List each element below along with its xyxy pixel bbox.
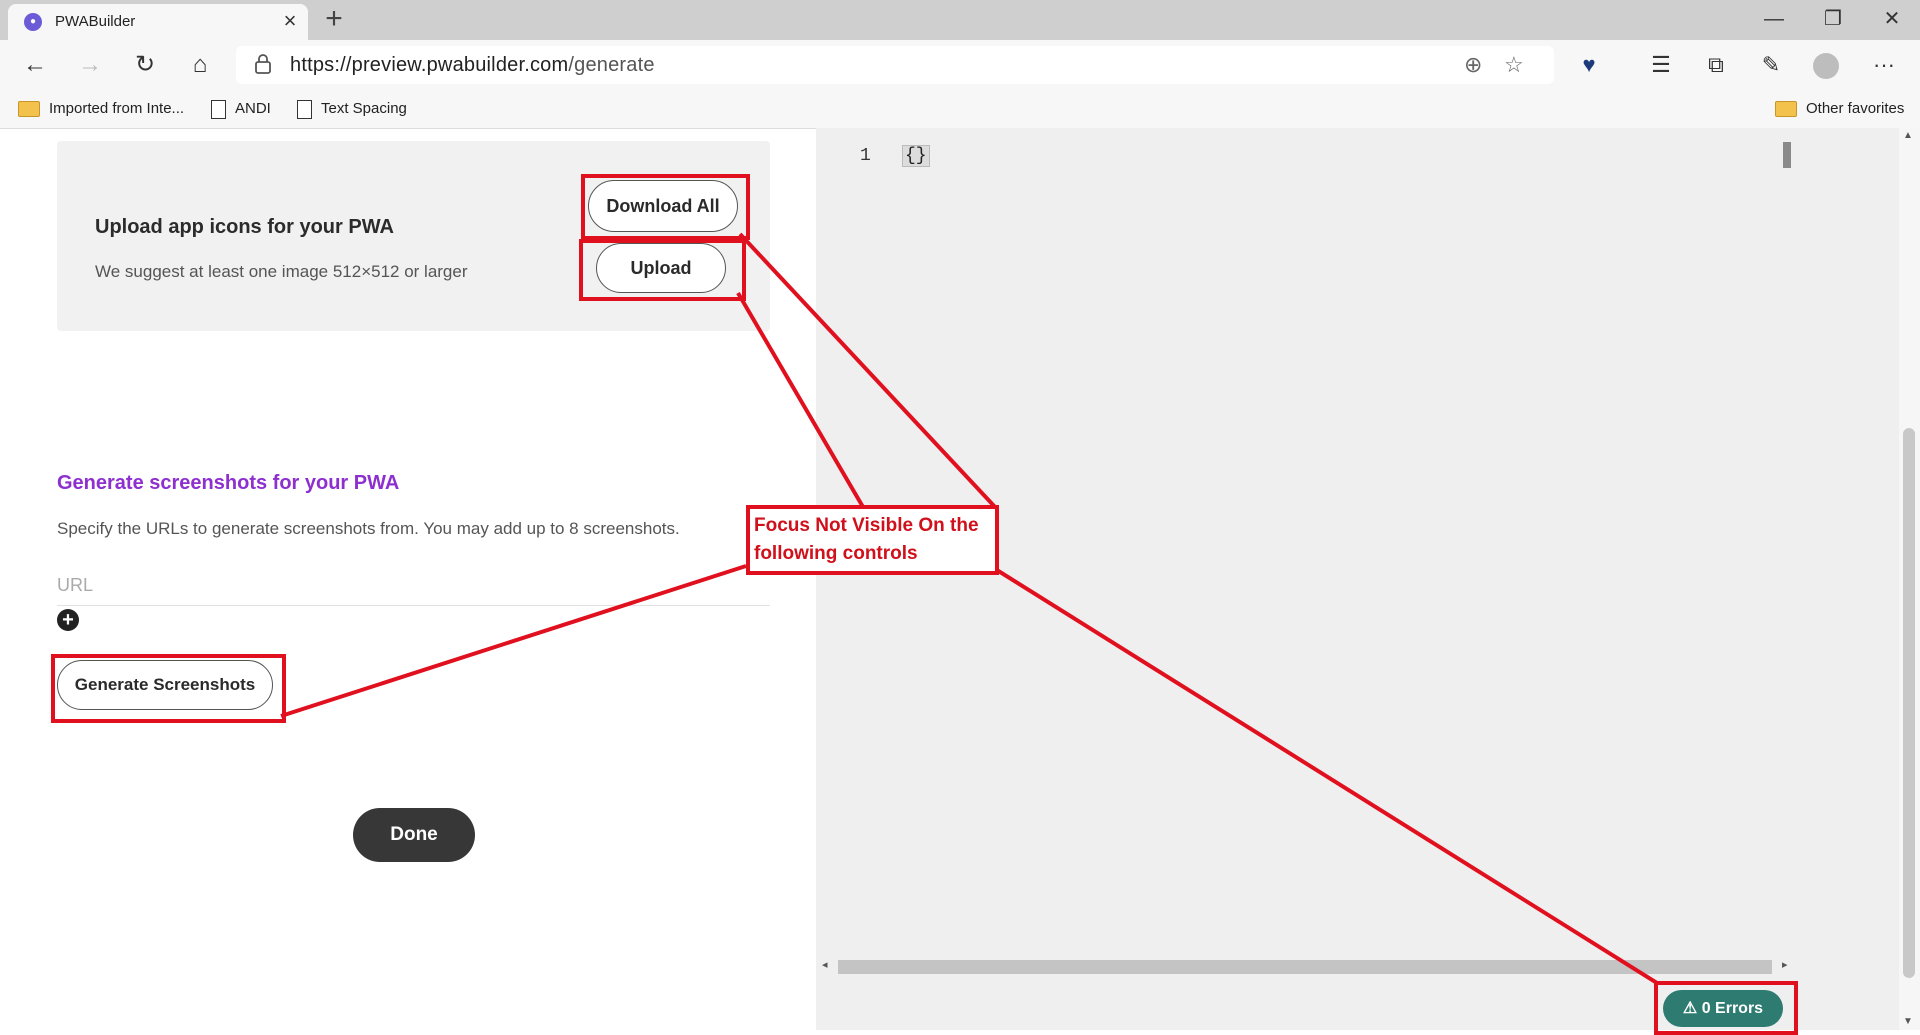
star-icon[interactable]: ☆ [1504,52,1524,78]
annotation-box-generate [51,654,286,723]
favorites-icon[interactable]: ☰ [1643,48,1679,82]
other-favorites[interactable]: Other favorites [1775,98,1904,120]
home-icon[interactable]: ⌂ [182,48,218,82]
address-url: https://preview.pwabuilder.com/generate [290,54,655,76]
page-icon [211,99,226,119]
add-url-icon[interactable]: + [57,609,79,631]
code-content[interactable]: {} [902,145,930,167]
more-icon[interactable]: ··· [1866,48,1902,82]
done-button[interactable]: Done [353,808,475,862]
scroll-left-icon[interactable]: ◂ [822,958,828,971]
forward-icon[interactable]: → [72,48,108,82]
new-tab-button[interactable]: + [316,2,352,38]
heart-extension-icon[interactable]: ♥ [1571,48,1607,82]
collections-icon[interactable]: ⧉ [1698,48,1734,82]
folder-icon [18,101,40,118]
annotation-label: Focus Not Visible On the following contr… [746,505,999,575]
favorite-imported[interactable]: Imported from Inte... [18,98,184,120]
page-icon [297,99,312,119]
scroll-down-icon[interactable]: ▼ [1903,1016,1913,1027]
screenshot-url-input[interactable] [57,565,770,606]
annotation-text: Focus Not Visible On the following contr… [754,515,979,564]
editor-horizontal-scrollbar[interactable]: ◂ ▸ [822,958,1788,974]
back-icon[interactable]: ← [17,48,53,82]
add-to-favorites-icon[interactable]: ⊕ [1464,52,1482,78]
favorite-andi[interactable]: ANDI [211,98,271,120]
annotation-box-upload [579,239,746,301]
tab-close-button[interactable]: × [278,8,302,34]
minimize-button[interactable]: — [1744,0,1804,40]
close-window-button[interactable]: ✕ [1862,0,1920,40]
favorite-text-spacing[interactable]: Text Spacing [297,98,407,120]
editor-vertical-scrollbar[interactable] [1783,142,1791,168]
tab-title: PWABuilder [55,13,136,30]
favorites-bar: Imported from Inte... ANDI Text Spacing … [0,90,1920,129]
browser-toolbar: ← → ↻ ⌂ https://preview.pwabuilder.com/g… [0,40,1920,90]
annotation-box-download-all [581,174,750,240]
profile-icon[interactable] [1808,48,1844,82]
icons-heading: Upload app icons for your PWA [95,216,394,238]
pwabuilder-favicon-icon: ● [24,13,42,31]
screenshots-heading: Generate screenshots for your PWA [57,472,400,494]
folder-icon [1775,101,1797,118]
line-number: 1 [860,146,871,166]
restore-button[interactable]: ❐ [1803,0,1863,40]
tab-bar: ● PWABuilder × + — ❐ ✕ [0,0,1920,40]
screenshots-description: Specify the URLs to generate screenshots… [57,519,680,538]
scroll-right-icon[interactable]: ▸ [1782,958,1788,971]
refresh-icon[interactable]: ↻ [127,48,163,82]
lock-icon [255,54,271,74]
annotation-box-errors [1654,981,1798,1035]
page-scrollbar[interactable]: ▲ ▼ [1899,128,1920,1030]
icons-subtext: We suggest at least one image 512×512 or… [95,262,468,281]
feedback-icon[interactable]: ✎ [1753,48,1789,82]
manifest-code-editor[interactable] [816,128,1904,1030]
address-bar[interactable]: https://preview.pwabuilder.com/generate … [236,46,1554,84]
browser-tab[interactable]: ● PWABuilder × [8,4,308,40]
scroll-up-icon[interactable]: ▲ [1903,130,1913,141]
page-scroll-thumb[interactable] [1903,428,1915,978]
horizontal-scroll-thumb[interactable] [838,960,1772,974]
